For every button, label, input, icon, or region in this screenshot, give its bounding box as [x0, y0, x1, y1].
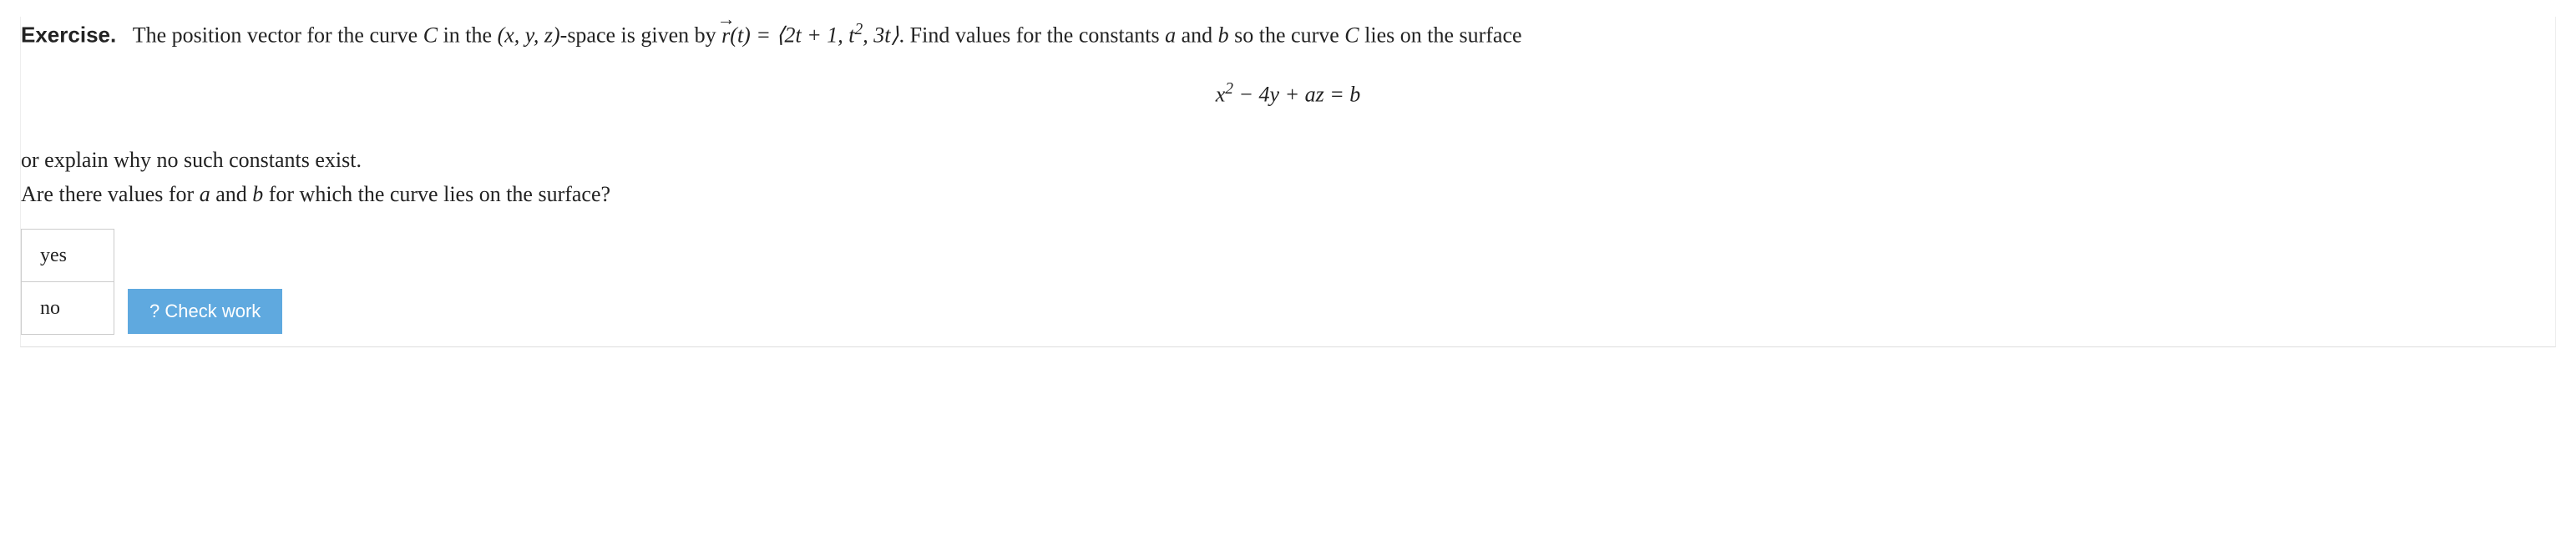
const-b: b	[252, 182, 263, 206]
check-work-button[interactable]: ? Check work	[128, 289, 282, 334]
followup-text: and	[210, 182, 253, 206]
prompt-text: lies on the surface	[1359, 23, 1522, 48]
exercise-label: Exercise.	[21, 23, 116, 48]
space-vars: (x, y, z)	[498, 23, 560, 48]
eq-rest: − 4y + az = b	[1233, 83, 1360, 107]
exercise-container: Exercise. The position vector for the cu…	[20, 17, 2556, 347]
followup-text: Are there values for	[21, 182, 200, 206]
exercise-prompt: Exercise. The position vector for the cu…	[21, 17, 2555, 53]
vector-tail: , 3t⟩	[863, 23, 898, 48]
followup-line1: or explain why no such constants exist.	[21, 143, 2555, 178]
const-a: a	[200, 182, 210, 206]
prompt-text: The position vector for the curve	[133, 23, 423, 48]
curve-symbol: C	[1344, 23, 1359, 48]
option-no[interactable]: no	[22, 282, 114, 334]
const-a: a	[1165, 23, 1176, 48]
eq-lhs: x	[1216, 83, 1226, 107]
eq-exp: 2	[1225, 80, 1233, 98]
followup-text: for which the curve lies on the surface?	[263, 182, 610, 206]
surface-equation: x2 − 4y + az = b	[21, 76, 2555, 112]
followup-block: or explain why no such constants exist. …	[21, 143, 2555, 212]
vector-def: (t) = ⟨2t + 1, t	[730, 23, 854, 48]
answer-row: yes no ? Check work	[21, 229, 2555, 336]
curve-symbol: C	[423, 23, 438, 48]
prompt-text: so the curve	[1229, 23, 1345, 48]
vector-exp: 2	[855, 21, 863, 38]
answer-options: yes no	[21, 229, 114, 336]
option-yes[interactable]: yes	[22, 230, 114, 282]
prompt-text: and	[1176, 23, 1218, 48]
vector-r: r	[721, 18, 730, 53]
followup-line2: Are there values for a and b for which t…	[21, 177, 2555, 212]
prompt-text: . Find values for the constants	[899, 23, 1165, 48]
const-b: b	[1218, 23, 1229, 48]
prompt-text: in the	[438, 23, 498, 48]
prompt-text: -space is given by	[560, 23, 722, 48]
